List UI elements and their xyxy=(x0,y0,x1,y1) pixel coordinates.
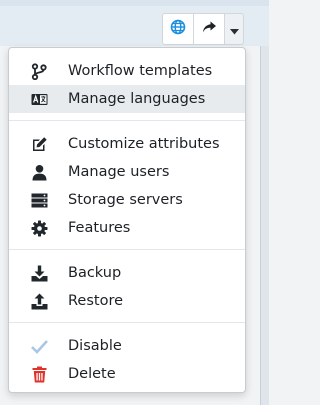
share-icon xyxy=(201,19,217,39)
menu-item-label: Workflow templates xyxy=(68,63,213,79)
menu-item-label: Storage servers xyxy=(68,192,183,208)
share-button[interactable] xyxy=(193,13,225,45)
check-icon xyxy=(31,338,48,355)
workflow-icon xyxy=(31,63,48,80)
menu-item-label: Backup xyxy=(68,265,122,281)
menu-item-manage-languages[interactable]: Manage languages xyxy=(9,85,245,113)
menu-item-storage-servers[interactable]: Storage servers xyxy=(9,186,245,214)
right-scroll-edge xyxy=(261,46,269,405)
user-icon xyxy=(31,164,48,181)
gear-icon xyxy=(31,220,48,237)
download-icon xyxy=(31,265,48,282)
more-actions-dropdown-toggle[interactable] xyxy=(224,13,244,45)
menu-item-customize-attributes[interactable]: Customize attributes xyxy=(9,130,245,158)
menu-item-label: Restore xyxy=(68,293,124,309)
menu-item-label: Delete xyxy=(68,366,116,382)
menu-item-label: Features xyxy=(68,220,131,236)
language-icon xyxy=(31,91,48,108)
menu-divider xyxy=(9,322,245,323)
menu-item-restore[interactable]: Restore xyxy=(9,287,245,315)
menu-item-backup[interactable]: Backup xyxy=(9,259,245,287)
actions-dropdown-menu: Workflow templates Manage languages Cust… xyxy=(8,47,246,393)
edit-icon xyxy=(31,136,48,153)
menu-item-manage-users[interactable]: Manage users xyxy=(9,158,245,186)
globe-icon xyxy=(170,19,186,39)
trash-icon xyxy=(31,366,48,383)
language-button[interactable] xyxy=(162,13,194,45)
menu-item-label: Manage users xyxy=(68,164,170,180)
upload-icon xyxy=(31,293,48,310)
menu-item-features[interactable]: Features xyxy=(9,214,245,242)
menu-divider xyxy=(9,249,245,250)
caret-down-icon xyxy=(229,20,239,39)
menu-item-delete[interactable]: Delete xyxy=(9,360,245,388)
server-icon xyxy=(31,192,48,209)
menu-item-label: Disable xyxy=(68,338,122,354)
menu-item-disable[interactable]: Disable xyxy=(9,332,245,360)
menu-item-workflow-templates[interactable]: Workflow templates xyxy=(9,57,245,85)
menu-item-label: Customize attributes xyxy=(68,136,220,152)
toolbar-button-group xyxy=(162,13,244,45)
menu-divider xyxy=(9,120,245,121)
menu-item-label: Manage languages xyxy=(68,91,206,107)
